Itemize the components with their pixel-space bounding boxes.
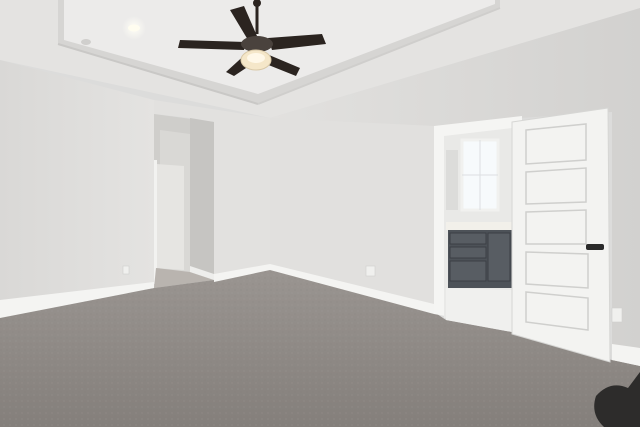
wall-outlet-left: [122, 265, 130, 275]
bathroom-mirror: [446, 150, 458, 210]
vanity-drawer-1: [449, 232, 487, 245]
bedroom-photo: [0, 0, 640, 427]
door-handle[interactable]: [586, 244, 604, 250]
hallway-door-edge: [154, 160, 157, 284]
bedroom-illustration: [0, 0, 640, 427]
vanity-countertop: [446, 222, 512, 230]
vanity-drawer-2: [449, 246, 487, 259]
hallway-side-wall: [190, 118, 214, 280]
wall-outlet-back: [365, 265, 376, 277]
hallway-far-wall: [156, 164, 184, 270]
wall-outlet-right: [611, 307, 623, 323]
smoke-detector: [81, 39, 91, 45]
left-wall: [0, 60, 154, 312]
fan-light-glow: [247, 53, 265, 63]
vanity-drawer-3: [449, 260, 487, 282]
vanity-cabinet-door: [487, 232, 511, 282]
recessed-light: [128, 24, 140, 32]
